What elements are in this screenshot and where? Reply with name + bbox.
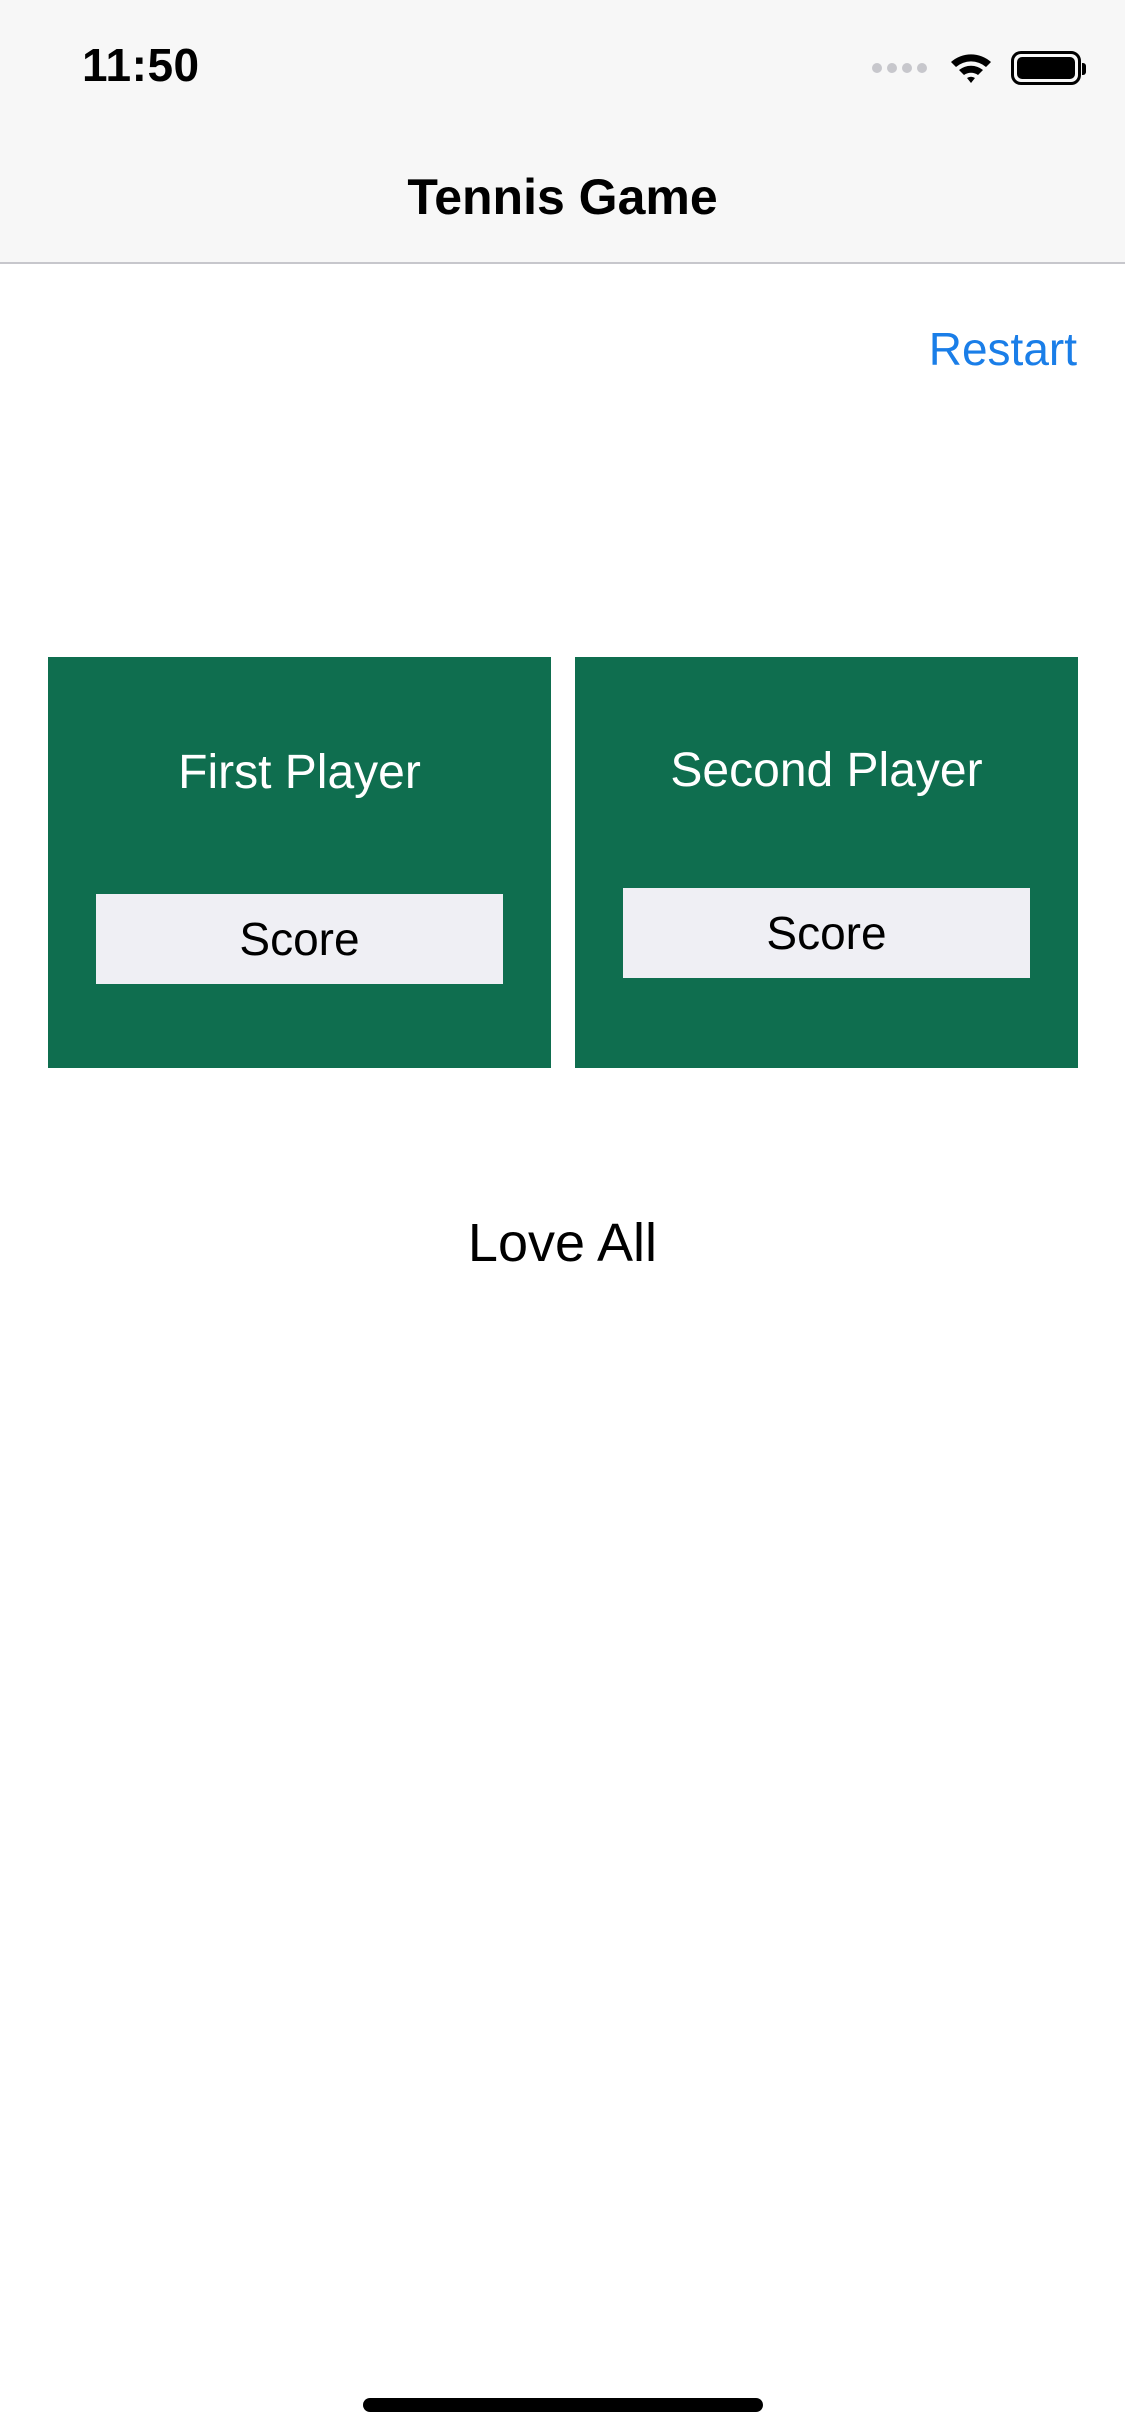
game-status-label: Love All [467,1213,658,1273]
player-name-second: Second Player [670,744,983,797]
restart-button[interactable]: Restart [929,322,1077,376]
battery-icon [1011,51,1086,85]
cellular-signal-icon [872,63,927,73]
home-indicator[interactable] [363,2398,763,2412]
wifi-icon [951,54,991,83]
player-card-second: Second Player Score [575,657,1078,1068]
player-card-first: First Player Score [48,657,551,1068]
status-icons [872,48,1086,88]
top-bar: 11:50 Tennis Game [0,0,1125,264]
page-title: Tennis Game [407,169,718,225]
status-time: 11:50 [82,39,200,91]
score-button-second[interactable]: Score [623,888,1030,978]
score-button-first[interactable]: Score [96,894,503,984]
player-name-first: First Player [178,746,421,799]
